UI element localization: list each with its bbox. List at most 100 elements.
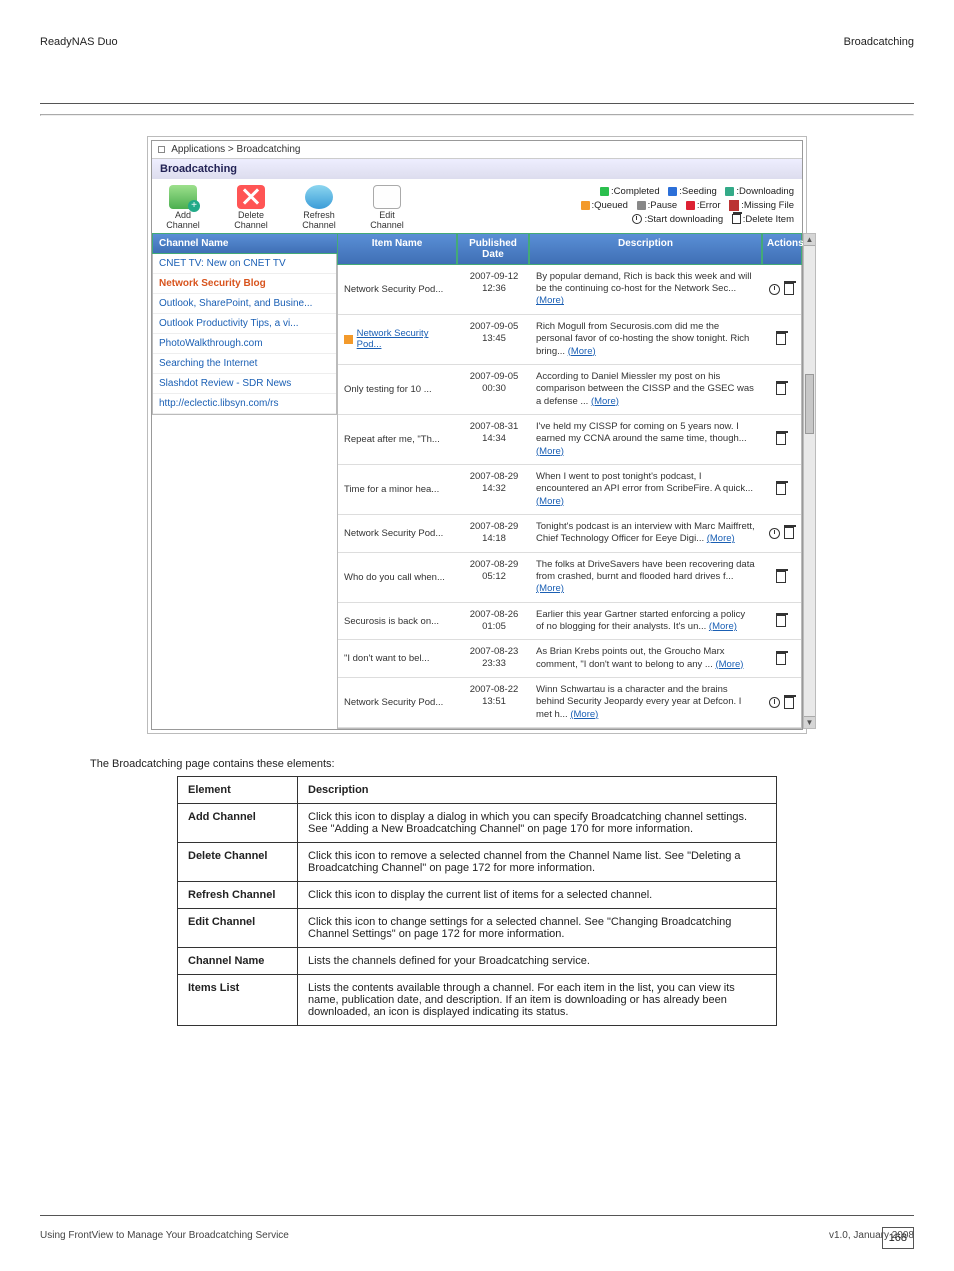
- scroll-up-button[interactable]: ▲: [804, 234, 815, 246]
- channel-item[interactable]: Network Security Blog: [153, 274, 336, 294]
- legend-completed: :Completed: [611, 186, 660, 197]
- item-name[interactable]: Network Security Pod...: [338, 315, 458, 364]
- item-name: Network Security Pod...: [338, 678, 458, 727]
- delete-item-icon[interactable]: [776, 483, 786, 495]
- delete-item-icon[interactable]: [784, 527, 794, 539]
- queued-swatch: [581, 201, 590, 210]
- trash-icon: [732, 214, 741, 224]
- header-rule: [40, 103, 914, 104]
- item-name: Network Security Pod...: [338, 265, 458, 314]
- start-download-icon[interactable]: [769, 697, 780, 708]
- col-published-date[interactable]: Published Date: [457, 233, 529, 265]
- table-row: ElementDescription: [178, 777, 777, 804]
- delete-item-icon[interactable]: [776, 653, 786, 665]
- refresh-channel-button[interactable]: Refresh Channel: [296, 185, 342, 231]
- item-date: 2007-08-2914:18: [458, 515, 530, 552]
- footer-rule: [40, 1215, 914, 1216]
- delete-item-icon[interactable]: [776, 333, 786, 345]
- item-row: Time for a minor hea...2007-08-2914:32Wh…: [338, 465, 801, 515]
- item-actions: [761, 365, 801, 414]
- legend-delete: :Delete Item: [743, 214, 794, 225]
- table-row: Edit ChannelClick this icon to change se…: [178, 909, 777, 948]
- add-channel-button[interactable]: Add Channel: [160, 185, 206, 231]
- item-description: By popular demand, Rich is back this wee…: [530, 265, 761, 314]
- more-link[interactable]: (More): [568, 346, 596, 357]
- delete-item-icon[interactable]: [784, 697, 794, 709]
- delete-item-icon[interactable]: [776, 615, 786, 627]
- more-link[interactable]: (More): [707, 533, 735, 544]
- delete-channel-button[interactable]: Delete Channel: [228, 185, 274, 231]
- channel-item[interactable]: http://eclectic.libsyn.com/rs: [153, 394, 336, 414]
- item-description: As Brian Krebs points out, the Groucho M…: [530, 640, 761, 677]
- doc-header-left: ReadyNAS Duo: [40, 36, 118, 48]
- item-row: Network Security Pod...2007-09-0513:45Ri…: [338, 315, 801, 365]
- item-row: Securosis is back on...2007-08-2601:05Ea…: [338, 603, 801, 641]
- item-date: 2007-08-2905:12: [458, 553, 530, 602]
- col-item-name[interactable]: Item Name: [337, 233, 457, 265]
- delete-item-icon[interactable]: [776, 571, 786, 583]
- channel-item[interactable]: Searching the Internet: [153, 354, 336, 374]
- legend-error: :Error: [697, 200, 721, 211]
- element-desc: Description: [298, 777, 777, 804]
- item-name: Only testing for 10 ...: [338, 365, 458, 414]
- add-channel-label: Add Channel: [160, 211, 206, 231]
- scrollbar[interactable]: ▲ ▼: [803, 233, 816, 729]
- item-name: Network Security Pod...: [338, 515, 458, 552]
- item-name: Time for a minor hea...: [338, 465, 458, 514]
- delete-item-icon[interactable]: [784, 283, 794, 295]
- item-row: Network Security Pod...2007-09-1212:36By…: [338, 265, 801, 315]
- more-link[interactable]: (More): [570, 709, 598, 720]
- more-link[interactable]: (More): [536, 496, 564, 507]
- more-link[interactable]: (More): [536, 446, 564, 457]
- element-desc: Click this icon to change settings for a…: [298, 909, 777, 948]
- scroll-down-button[interactable]: ▼: [804, 716, 815, 728]
- channel-item[interactable]: Outlook Productivity Tips, a vi...: [153, 314, 336, 334]
- element-desc: Lists the contents available through a c…: [298, 975, 777, 1026]
- item-actions: [761, 553, 801, 602]
- edit-channel-button[interactable]: Edit Channel: [364, 185, 410, 231]
- item-actions: [761, 515, 801, 552]
- more-link[interactable]: (More): [536, 583, 564, 594]
- more-link[interactable]: (More): [709, 621, 737, 632]
- more-link[interactable]: (More): [715, 659, 743, 670]
- item-row: Network Security Pod...2007-08-2914:18To…: [338, 515, 801, 553]
- channel-list: CNET TV: New on CNET TVNetwork Security …: [152, 254, 337, 415]
- queued-icon: [344, 335, 353, 344]
- scroll-thumb[interactable]: [805, 374, 814, 434]
- item-description: The folks at DriveSavers have been recov…: [530, 553, 761, 602]
- channel-item[interactable]: Outlook, SharePoint, and Busine...: [153, 294, 336, 314]
- more-link[interactable]: (More): [536, 295, 564, 306]
- channel-header[interactable]: Channel Name: [152, 233, 337, 254]
- doc-header-right: Broadcatching: [844, 36, 914, 48]
- col-actions[interactable]: Actions: [762, 233, 802, 265]
- channel-item[interactable]: PhotoWalkthrough.com: [153, 334, 336, 354]
- delete-item-icon[interactable]: [776, 433, 786, 445]
- legend-downloading: :Downloading: [736, 186, 794, 197]
- item-actions: [761, 265, 801, 314]
- delete-item-icon[interactable]: [776, 383, 786, 395]
- start-download-icon[interactable]: [769, 284, 780, 295]
- item-date: 2007-08-2914:32: [458, 465, 530, 514]
- table-row: Items ListLists the contents available t…: [178, 975, 777, 1026]
- item-actions: [761, 678, 801, 727]
- screenshot-window: Applications > Broadcatching Broadcatchi…: [147, 136, 807, 734]
- col-description[interactable]: Description: [529, 233, 762, 265]
- item-description: Winn Schwartau is a character and the br…: [530, 678, 761, 727]
- breadcrumb: Applications > Broadcatching: [152, 141, 802, 159]
- refresh-icon: [305, 185, 333, 209]
- legend-queued: :Queued: [592, 200, 628, 211]
- start-download-icon[interactable]: [769, 528, 780, 539]
- channel-item[interactable]: CNET TV: New on CNET TV: [153, 254, 336, 274]
- downloading-swatch: [725, 187, 734, 196]
- item-date: 2007-09-0513:45: [458, 315, 530, 364]
- item-actions: [761, 640, 801, 677]
- table-row: Refresh ChannelClick this icon to displa…: [178, 882, 777, 909]
- more-link[interactable]: (More): [591, 396, 619, 407]
- element-label: Channel Name: [178, 948, 298, 975]
- item-description: Earlier this year Gartner started enforc…: [530, 603, 761, 640]
- item-actions: [761, 603, 801, 640]
- element-label: Edit Channel: [178, 909, 298, 948]
- element-label: Items List: [178, 975, 298, 1026]
- pause-swatch: [637, 201, 646, 210]
- channel-item[interactable]: Slashdot Review - SDR News: [153, 374, 336, 394]
